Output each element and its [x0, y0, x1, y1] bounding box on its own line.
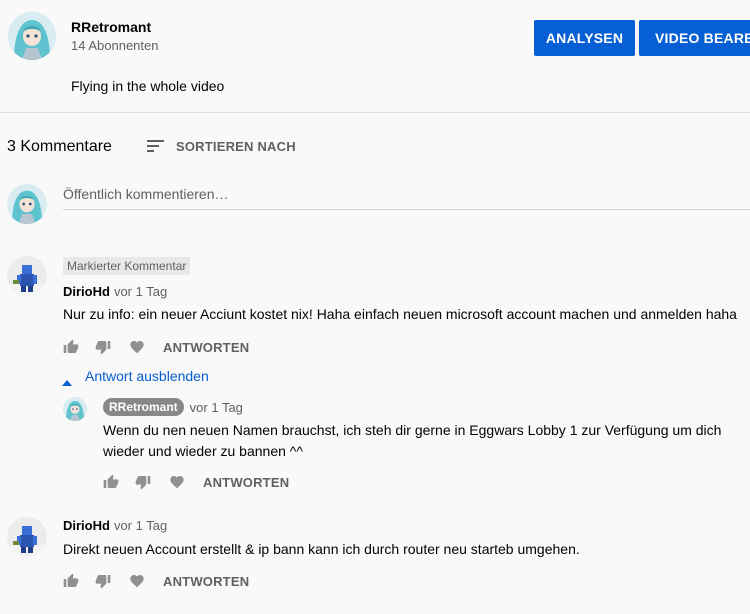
heart-icon[interactable] — [129, 339, 145, 355]
user-avatar — [7, 184, 47, 224]
divider — [0, 112, 750, 113]
like-icon[interactable] — [103, 474, 119, 490]
comment-count: 3 Kommentare — [7, 138, 112, 155]
comment-author[interactable]: DirioHd — [63, 284, 110, 299]
reply-meta: RRetromant vor 1 Tag — [103, 398, 243, 416]
dislike-icon[interactable] — [95, 573, 111, 589]
heart-icon[interactable] — [169, 474, 185, 490]
reply-author-avatar[interactable] — [63, 397, 87, 421]
comment-author[interactable]: DirioHd — [63, 518, 110, 533]
reply-actions: ANTWORTEN — [103, 474, 289, 490]
sort-label: SORTIEREN NACH — [176, 138, 296, 154]
dislike-icon[interactable] — [95, 339, 111, 355]
comment-meta: DirioHd vor 1 Tag — [63, 284, 167, 299]
subscriber-count: 14 Abonnenten — [71, 38, 159, 53]
reply-text-line-1: Wenn du nen neuen Namen brauchst, ich st… — [103, 422, 722, 438]
hide-replies-label: Antwort ausblenden — [85, 368, 209, 384]
reply-button[interactable]: ANTWORTEN — [163, 340, 249, 355]
like-icon[interactable] — [63, 573, 79, 589]
sort-icon — [146, 138, 166, 154]
channel-avatar[interactable] — [8, 12, 56, 60]
comment-actions: ANTWORTEN — [63, 339, 249, 355]
comment-actions: ANTWORTEN — [63, 573, 249, 589]
reply-button[interactable]: ANTWORTEN — [203, 475, 289, 490]
reply-button[interactable]: ANTWORTEN — [163, 574, 249, 589]
caret-up-icon — [62, 373, 72, 386]
comment-time[interactable]: vor 1 Tag — [114, 284, 167, 299]
reply-text-line-2: wieder und wieder zu bannen ^^ — [103, 443, 303, 459]
sort-button[interactable]: SORTIEREN NACH — [146, 136, 296, 156]
reply-time[interactable]: vor 1 Tag — [190, 400, 243, 415]
channel-owner-chip[interactable]: RRetromant — [103, 398, 184, 416]
video-description: Flying in the whole video — [71, 78, 225, 94]
heart-icon[interactable] — [129, 573, 145, 589]
like-icon[interactable] — [63, 339, 79, 355]
dislike-icon[interactable] — [135, 474, 151, 490]
comment-text: Nur zu info: ein neuer Acciunt kostet ni… — [63, 306, 737, 322]
comment-meta: DirioHd vor 1 Tag — [63, 518, 167, 533]
comment-author-avatar[interactable] — [7, 256, 47, 296]
hide-replies-button[interactable]: Antwort ausblenden — [62, 368, 209, 386]
comment-input[interactable]: Öffentlich kommentieren… — [63, 186, 750, 210]
edit-video-button[interactable]: VIDEO BEARBEITEN — [639, 20, 750, 56]
channel-name[interactable]: RRetromant — [71, 19, 151, 35]
comment-author-avatar[interactable] — [7, 517, 47, 557]
comment-text: Direkt neuen Account erstellt & ip bann … — [63, 541, 580, 557]
analytics-button[interactable]: ANALYSEN — [534, 20, 635, 56]
comment-time[interactable]: vor 1 Tag — [114, 518, 167, 533]
pinned-badge: Markierter Kommentar — [63, 257, 191, 275]
